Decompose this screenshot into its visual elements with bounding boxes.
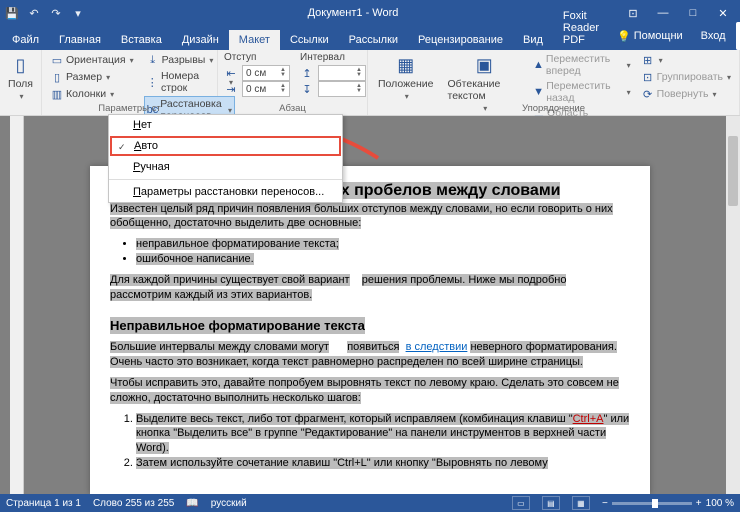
group-margins: ▯ Поля <box>0 50 42 115</box>
tab-mailings[interactable]: Рассылки <box>339 30 408 50</box>
ribbon: ▯ Поля ▭Ориентация ▯Размер ▥Колонки ⤓Раз… <box>0 50 740 116</box>
group-paragraph: Отступ ⇤0 см▲▼ ⇥0 см▲▼ Интервал ↥▲▼ ↧▲▼ … <box>218 50 368 115</box>
zoom-slider[interactable] <box>612 502 692 505</box>
save-icon[interactable]: 💾 <box>4 5 20 21</box>
tab-insert[interactable]: Вставка <box>111 30 172 50</box>
zoom-level[interactable]: 100 % <box>706 498 734 509</box>
columns-icon: ▥ <box>50 87 64 101</box>
align-button[interactable]: ⊞ <box>639 52 733 68</box>
tab-foxit[interactable]: Foxit Reader PDF <box>553 6 609 50</box>
lightbulb-icon: 💡 <box>617 30 631 43</box>
view-web-icon[interactable]: ▦ <box>572 496 590 510</box>
tab-references[interactable]: Ссылки <box>280 30 339 50</box>
vertical-ruler[interactable] <box>10 116 24 494</box>
group-arrange: ▦Положение ▣Обтекание текстом ▲Перемести… <box>368 50 740 115</box>
margins-icon: ▯ <box>7 54 35 76</box>
spacing-before-icon: ↥ <box>300 66 314 80</box>
rotate-button[interactable]: ⟳Повернуть <box>639 86 733 102</box>
tab-view[interactable]: Вид <box>513 30 553 50</box>
doc-hyperlink[interactable]: в следствии <box>406 341 468 353</box>
window-title: Документ1 - Word <box>86 7 620 19</box>
tab-file[interactable]: Файл <box>2 30 49 50</box>
status-page[interactable]: Страница 1 из 1 <box>6 498 81 509</box>
check-icon: ✓ <box>118 142 126 153</box>
customize-qat-icon[interactable]: ▾ <box>70 5 86 21</box>
tab-layout[interactable]: Макет <box>229 30 280 50</box>
columns-button[interactable]: ▥Колонки <box>48 86 136 102</box>
size-icon: ▯ <box>50 70 64 84</box>
maximize-icon[interactable]: □ <box>680 3 706 23</box>
tab-design[interactable]: Дизайн <box>172 30 229 50</box>
tell-me[interactable]: 💡Помощни <box>609 27 691 46</box>
dropdown-separator <box>109 179 342 180</box>
tab-review[interactable]: Рецензирование <box>408 30 513 50</box>
forward-icon: ▲ <box>533 58 544 72</box>
zoom-out-button[interactable]: − <box>602 498 608 509</box>
dropdown-item-options[interactable]: Параметры расстановки переносов... <box>109 182 342 202</box>
bring-forward-button[interactable]: ▲Переместить вперед <box>531 52 633 78</box>
close-icon[interactable]: ✕ <box>710 3 736 23</box>
margins-button[interactable]: ▯ Поля <box>6 52 35 103</box>
spacing-before-spinner[interactable]: ▲▼ <box>318 65 366 81</box>
status-language[interactable]: русский <box>211 498 247 509</box>
signin-button[interactable]: Вход <box>693 27 734 45</box>
document-page[interactable]: Причины появления больших пробелов между… <box>90 166 650 494</box>
orientation-button[interactable]: ▭Ориентация <box>48 52 136 68</box>
indent-left-icon: ⇤ <box>224 66 238 80</box>
group-label: Абзац <box>218 103 367 114</box>
hyphenation-dropdown: Нет ✓Авто Ручная Параметры расстановки п… <box>108 114 343 203</box>
dropdown-item-auto[interactable]: ✓Авто <box>110 136 341 156</box>
status-proofing-icon[interactable]: 📖 <box>186 498 198 509</box>
view-read-icon[interactable]: ▭ <box>512 496 530 510</box>
indent-right-icon: ⇥ <box>224 82 238 96</box>
send-backward-button[interactable]: ▼Переместить назад <box>531 79 633 105</box>
dropdown-item-none[interactable]: Нет <box>109 115 342 135</box>
indent-right-spinner[interactable]: 0 см▲▼ <box>242 81 290 97</box>
share-button[interactable]: 👤Общий доступ <box>736 22 740 50</box>
group-objects-button[interactable]: ⊡Группировать <box>639 69 733 85</box>
group-label: Параметры ст <box>42 103 217 114</box>
indent-left-spinner[interactable]: 0 см▲▼ <box>242 65 290 81</box>
group-icon: ⊡ <box>641 70 655 84</box>
spacing-after-icon: ↧ <box>300 82 314 96</box>
breaks-icon: ⤓ <box>146 53 160 67</box>
redo-icon[interactable]: ↷ <box>48 5 64 21</box>
status-wordcount[interactable]: Слово 255 из 255 <box>93 498 174 509</box>
dropdown-item-manual[interactable]: Ручная <box>109 157 342 177</box>
linenumbers-icon: ⋮ <box>146 75 159 89</box>
ribbon-display-icon[interactable]: ⊡ <box>620 3 646 23</box>
statusbar: Страница 1 из 1 Слово 255 из 255 📖 русск… <box>0 494 740 512</box>
group-label: Упорядочение <box>368 103 739 114</box>
rotate-icon: ⟳ <box>641 87 655 101</box>
ribbon-tabs: Файл Главная Вставка Дизайн Макет Ссылки… <box>0 26 740 50</box>
vertical-scrollbar[interactable] <box>726 116 740 494</box>
group-page-setup: ▭Ориентация ▯Размер ▥Колонки ⤓Разрывы ⋮Н… <box>42 50 218 115</box>
quick-access-toolbar: 💾 ↶ ↷ ▾ <box>4 5 86 21</box>
minimize-icon[interactable]: — <box>650 3 676 23</box>
align-icon: ⊞ <box>641 53 655 67</box>
size-button[interactable]: ▯Размер <box>48 69 136 85</box>
undo-icon[interactable]: ↶ <box>26 5 42 21</box>
backward-icon: ▼ <box>533 85 544 99</box>
position-icon: ▦ <box>392 54 420 76</box>
zoom-in-button[interactable]: + <box>696 498 702 509</box>
view-print-icon[interactable]: ▤ <box>542 496 560 510</box>
scrollbar-thumb[interactable] <box>728 136 738 206</box>
window-controls: ⊡ — □ ✕ <box>620 3 736 23</box>
orientation-icon: ▭ <box>50 53 64 67</box>
wrap-icon: ▣ <box>470 54 498 76</box>
zoom-control: − + 100 % <box>602 498 734 509</box>
doc-subheading: Неправильное форматирование текста <box>110 317 365 335</box>
tab-home[interactable]: Главная <box>49 30 111 50</box>
spacing-after-spinner[interactable]: ▲▼ <box>318 81 366 97</box>
